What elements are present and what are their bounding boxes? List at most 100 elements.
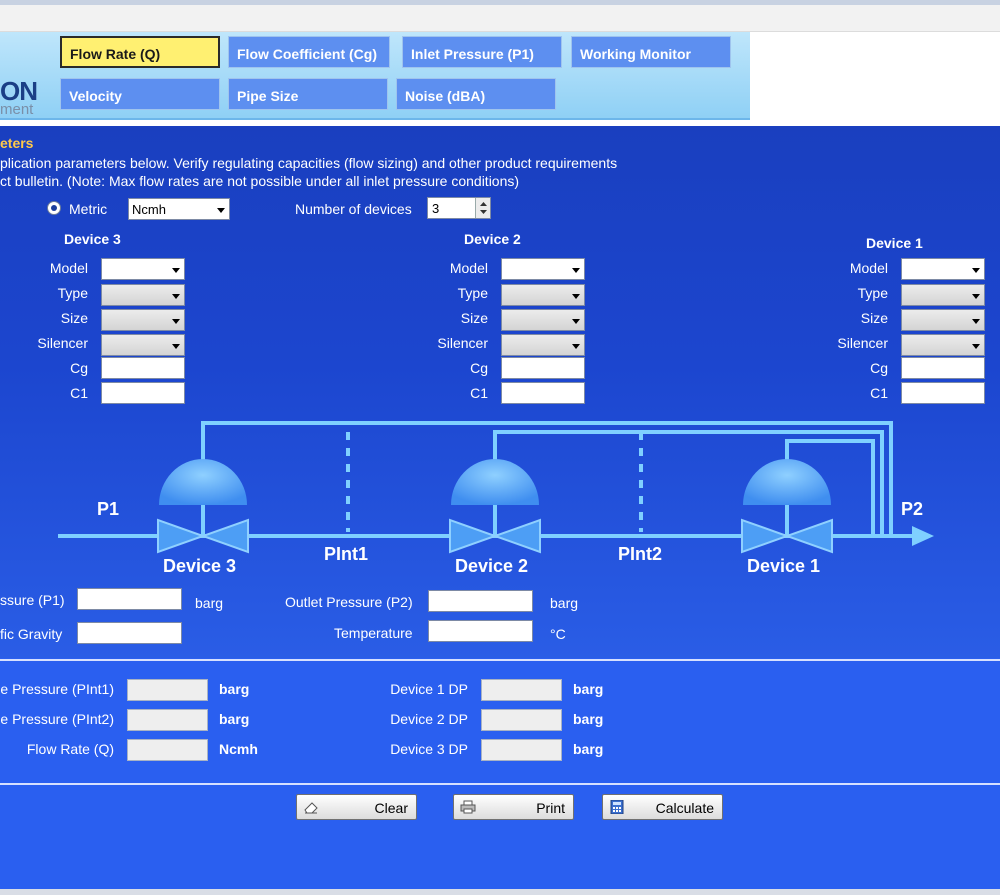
instruction-line-1: plication parameters below. Verify regul… xyxy=(0,155,618,171)
temperature-unit: °C xyxy=(550,626,566,642)
device-2-type-select[interactable] xyxy=(501,284,585,306)
chevron-down-icon xyxy=(972,319,980,324)
device-1-c1-label: C1 xyxy=(870,385,888,401)
device-3-size-select[interactable] xyxy=(101,309,185,331)
chevron-down-icon xyxy=(172,294,180,299)
device-3-cg-input[interactable] xyxy=(101,357,185,379)
calculate-button[interactable]: Calculate xyxy=(602,794,723,820)
device-3-dp-label: Device 3 DP xyxy=(390,741,468,757)
device-2-header: Device 2 xyxy=(464,231,521,247)
temperature-label: Temperature xyxy=(334,625,413,641)
device-3-silencer-select[interactable] xyxy=(101,334,185,356)
specific-gravity-label: fic Gravity xyxy=(0,626,63,642)
device-1-dp-label: Device 1 DP xyxy=(390,681,468,697)
device-3-silencer-label: Silencer xyxy=(37,335,88,351)
device-1-model-select[interactable] xyxy=(901,258,985,280)
device-2-model-label: Model xyxy=(449,260,488,276)
device-2-type-label: Type xyxy=(457,285,488,301)
company-logo-subtext: ment xyxy=(0,101,34,118)
flow-arrow-icon xyxy=(912,526,934,546)
num-devices-label: Number of devices xyxy=(295,201,412,217)
print-button[interactable]: Print xyxy=(453,794,574,820)
num-devices-input[interactable]: 3 xyxy=(427,197,491,219)
spinner-arrows-icon xyxy=(480,202,487,214)
chevron-down-icon xyxy=(572,294,580,299)
device-2-cg-input[interactable] xyxy=(501,357,585,379)
pint2-result-label: e Pressure (PInt2) xyxy=(0,711,114,727)
tab-velocity[interactable]: Velocity xyxy=(60,78,220,110)
eraser-icon xyxy=(304,802,318,814)
device-3-model-label: Model xyxy=(49,260,88,276)
device-1-dp-field xyxy=(481,679,562,701)
metric-label: Metric xyxy=(69,201,108,217)
tab-noise[interactable]: Noise (dBA) xyxy=(396,78,556,110)
device-2-silencer-label: Silencer xyxy=(437,335,488,351)
device-3-c1-input[interactable] xyxy=(101,382,185,404)
device-3-header: Device 3 xyxy=(64,231,121,247)
clear-button[interactable]: Clear xyxy=(296,794,417,820)
device-2-c1-input[interactable] xyxy=(501,382,585,404)
flow-unit-value: Ncmh xyxy=(132,202,166,217)
device-3-cg-label: Cg xyxy=(70,360,88,376)
device-2-size-select[interactable] xyxy=(501,309,585,331)
device-3-c1-label: C1 xyxy=(70,385,88,401)
chevron-down-icon xyxy=(972,294,980,299)
outlet-pressure-label: Outlet Pressure (P2) xyxy=(285,594,413,610)
tab-flow-rate[interactable]: Flow Rate (Q) xyxy=(60,36,220,68)
device-1-silencer-select[interactable] xyxy=(901,334,985,356)
device-1-size-label: Size xyxy=(860,310,888,326)
device-2-silencer-select[interactable] xyxy=(501,334,585,356)
diagram-p2-label: P2 xyxy=(901,499,923,519)
calculate-button-label: Calculate xyxy=(655,800,714,816)
device-1-type-select[interactable] xyxy=(901,284,985,306)
device-1-dp-unit: barg xyxy=(573,681,604,697)
tab-working-monitor[interactable]: Working Monitor xyxy=(571,36,731,68)
spinner[interactable] xyxy=(475,198,490,218)
diagram-device-1-label: Device 1 xyxy=(747,556,820,576)
tab-flow-coefficient[interactable]: Flow Coefficient (Cg) xyxy=(228,36,390,68)
pipeline-diagram: P1 P2 PInt1 PInt2 Device 3 Device 2 Devi… xyxy=(58,421,934,576)
results-top-divider xyxy=(0,659,1000,661)
inlet-pressure-input[interactable] xyxy=(77,588,182,610)
device-1-cg-input[interactable] xyxy=(901,357,985,379)
device-1-silencer-label: Silencer xyxy=(837,335,888,351)
device-3-size-label: Size xyxy=(60,310,88,326)
chevron-down-icon xyxy=(172,319,180,324)
chevron-down-icon xyxy=(572,268,580,273)
chevron-down-icon xyxy=(217,208,225,213)
instruction-line-2: ct bulletin. (Note: Max flow rates are n… xyxy=(0,173,520,189)
bottom-strip xyxy=(0,889,1000,895)
chevron-down-icon xyxy=(972,344,980,349)
specific-gravity-input[interactable] xyxy=(77,622,182,644)
device-3-valve-icon xyxy=(157,459,249,554)
chevron-down-icon xyxy=(572,319,580,324)
outlet-pressure-input[interactable] xyxy=(428,590,533,612)
device-2-model-select[interactable] xyxy=(501,258,585,280)
device-3-dp-unit: barg xyxy=(573,741,604,757)
device-1-c1-input[interactable] xyxy=(901,382,985,404)
diagram-pint1-label: PInt1 xyxy=(324,544,368,564)
tab-pipe-size[interactable]: Pipe Size xyxy=(228,78,388,110)
diagram-p1-label: P1 xyxy=(97,499,119,519)
metric-radio[interactable] xyxy=(47,201,61,215)
pint2-result-unit: barg xyxy=(219,711,250,727)
pint1-result-unit: barg xyxy=(219,681,250,697)
device-2-size-label: Size xyxy=(460,310,488,326)
inlet-pressure-label: ssure (P1) xyxy=(0,592,65,608)
chevron-down-icon xyxy=(972,268,980,273)
diagram-device-2-label: Device 2 xyxy=(455,556,528,576)
device-3-type-label: Type xyxy=(57,285,88,301)
device-2-dp-label: Device 2 DP xyxy=(390,711,468,727)
flow-unit-select[interactable]: Ncmh xyxy=(128,198,230,220)
device-3-type-select[interactable] xyxy=(101,284,185,306)
clear-button-label: Clear xyxy=(374,800,408,816)
device-1-type-label: Type xyxy=(857,285,888,301)
temperature-input[interactable] xyxy=(428,620,533,642)
device-1-size-select[interactable] xyxy=(901,309,985,331)
tab-inlet-pressure[interactable]: Inlet Pressure (P1) xyxy=(402,36,562,68)
device-2-cg-label: Cg xyxy=(470,360,488,376)
device-3-model-select[interactable] xyxy=(101,258,185,280)
device-1-header: Device 1 xyxy=(866,235,923,251)
chevron-down-icon xyxy=(172,344,180,349)
chevron-down-icon xyxy=(172,268,180,273)
